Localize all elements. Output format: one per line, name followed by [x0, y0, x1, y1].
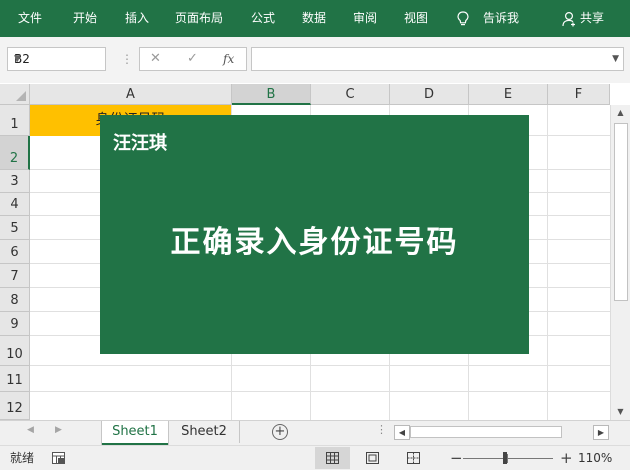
tab-scroll-right-icon[interactable]: ▶ [55, 425, 62, 435]
row-number: 12 [6, 401, 23, 416]
row-header-3[interactable]: 3 [0, 170, 30, 193]
row-header-6[interactable]: 6 [0, 240, 30, 264]
row-number: 4 [10, 197, 19, 212]
row-number: 7 [10, 269, 19, 284]
status-bar: 就绪 − + 110% [0, 445, 630, 470]
column-header-a[interactable]: A [30, 84, 232, 105]
row-number: 10 [6, 347, 23, 362]
chevron-down-icon[interactable]: ▼ [14, 48, 101, 70]
horizontal-scrollbar[interactable]: ◀ ▶ [394, 425, 609, 440]
grid-view-icon [326, 452, 339, 464]
menu-page-layout[interactable]: 页面布局 [175, 0, 223, 37]
row-number: 11 [6, 373, 23, 388]
tell-me-search[interactable]: 告诉我 [483, 0, 519, 37]
enter-check-icon[interactable]: ✓ [187, 48, 198, 70]
zoom-level[interactable]: 110% [578, 446, 612, 470]
zoom-in-button[interactable]: + [560, 447, 573, 469]
scroll-right-icon[interactable]: ▶ [593, 425, 609, 440]
vertical-dots-icon[interactable]: ⋮ [376, 423, 387, 436]
insert-function-icon[interactable]: fx [223, 48, 234, 70]
row-header-9[interactable]: 9 [0, 312, 30, 336]
scroll-down-icon[interactable]: ▼ [611, 404, 630, 420]
column-header-d[interactable]: D [390, 84, 469, 105]
vertical-scrollbar[interactable]: ▲ ▼ [610, 105, 630, 420]
menu-file[interactable]: 文件 [18, 0, 42, 37]
formula-buttons: ✕ ✓ fx [139, 47, 247, 71]
select-all-corner[interactable] [0, 84, 30, 105]
menu-data[interactable]: 数据 [302, 0, 326, 37]
page-layout-view-button[interactable] [355, 447, 390, 469]
row-header-4[interactable]: 4 [0, 193, 30, 216]
row-header-5[interactable]: 5 [0, 216, 30, 240]
add-sheet-icon[interactable]: + [272, 424, 288, 440]
row-number: 1 [10, 117, 19, 132]
lightbulb-icon[interactable] [456, 11, 470, 27]
expand-formula-icon[interactable]: ▼ [612, 48, 619, 70]
scroll-thumb[interactable] [614, 123, 628, 301]
menu-review[interactable]: 审阅 [353, 0, 377, 37]
menu-home[interactable]: 开始 [73, 0, 97, 37]
person-share-icon[interactable] [562, 11, 576, 27]
name-box[interactable]: B2 ▼ [7, 47, 106, 71]
row-header-12[interactable]: 12 [0, 392, 30, 420]
author-name: 汪汪琪 [113, 133, 167, 154]
vertical-dots-icon: ⋮ [121, 52, 133, 66]
normal-view-button[interactable] [315, 447, 350, 469]
row-number: 9 [10, 317, 19, 332]
sheet-tab-sheet1[interactable]: Sheet1 [102, 421, 168, 445]
overlay-title: 正确录入身份证号码 [170, 225, 459, 260]
row-number: 5 [10, 221, 19, 236]
menu-view[interactable]: 视图 [404, 0, 428, 37]
menu-insert[interactable]: 插入 [125, 0, 149, 37]
page-break-icon [407, 452, 420, 464]
macro-record-icon[interactable] [52, 452, 65, 464]
ribbon-menu-bar: 文件 开始 插入 页面布局 公式 数据 审阅 视图 告诉我 共享 [0, 0, 630, 37]
row-number: 6 [10, 245, 19, 260]
sheet-tab-sheet2[interactable]: Sheet2 [169, 421, 240, 443]
tab-scroll-left-icon[interactable]: ◀ [27, 425, 34, 435]
scroll-left-icon[interactable]: ◀ [394, 425, 410, 440]
scroll-up-icon[interactable]: ▲ [611, 105, 630, 121]
status-ready: 就绪 [10, 451, 35, 465]
gridline [30, 391, 610, 392]
zoom-slider-midmark [507, 454, 508, 463]
corner-triangle-icon [16, 91, 26, 101]
row-header-7[interactable]: 7 [0, 264, 30, 288]
scroll-thumb[interactable] [410, 426, 562, 438]
column-header-f[interactable]: F [548, 84, 610, 105]
gridline [547, 105, 548, 420]
row-header-11[interactable]: 11 [0, 366, 30, 392]
row-number: 8 [10, 293, 19, 308]
gridline [30, 365, 610, 366]
column-header-e[interactable]: E [469, 84, 548, 105]
page-break-view-button[interactable] [396, 447, 431, 469]
zoom-slider-thumb[interactable] [503, 452, 507, 464]
cancel-icon[interactable]: ✕ [150, 48, 161, 70]
column-header-c[interactable]: C [311, 84, 390, 105]
column-header-b[interactable]: B [232, 84, 311, 105]
zoom-slider-track[interactable] [463, 458, 553, 459]
menu-formulas[interactable]: 公式 [251, 0, 275, 37]
title-overlay: 汪汪琪 正确录入身份证号码 [100, 115, 529, 354]
row-header-1[interactable]: 1 [0, 105, 30, 136]
row-header-2[interactable]: 2 [0, 136, 30, 170]
zoom-out-button[interactable]: − [450, 447, 463, 469]
row-number: 3 [10, 174, 19, 189]
row-header-10[interactable]: 10 [0, 336, 30, 366]
row-header-8[interactable]: 8 [0, 288, 30, 312]
row-number: 2 [9, 151, 19, 166]
share-button[interactable]: 共享 [580, 0, 604, 37]
formula-input[interactable]: ▼ [251, 47, 624, 71]
page-layout-icon [366, 452, 379, 464]
